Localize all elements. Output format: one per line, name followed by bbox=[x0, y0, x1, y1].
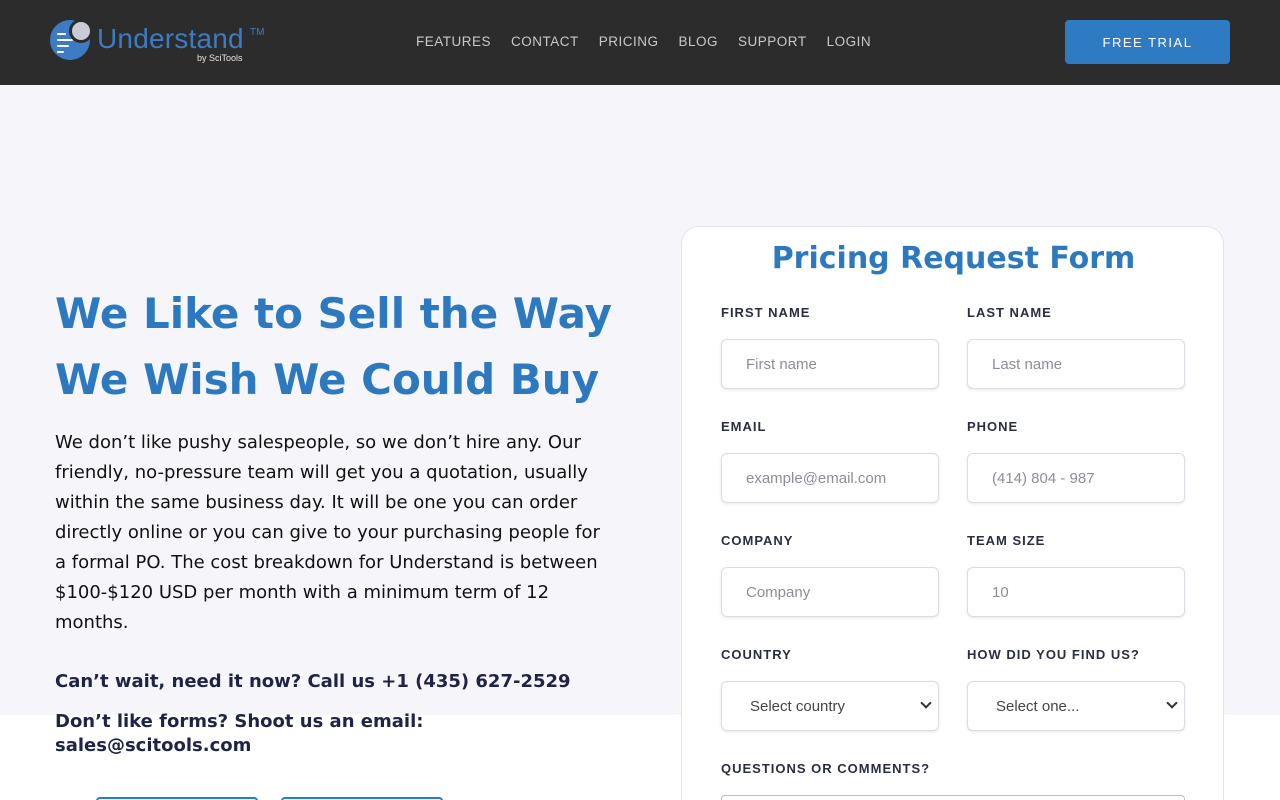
nav-contact[interactable]: CONTACT bbox=[511, 33, 579, 50]
email-us-text: Don’t like forms? Shoot us an email: sal… bbox=[55, 711, 424, 756]
email-label: EMAIL bbox=[721, 419, 767, 434]
chevron-down-icon bbox=[1166, 697, 1178, 709]
site-header: Understand TM by SciTools FEATURES CONTA… bbox=[0, 0, 1280, 85]
logo-subtitle: by SciTools bbox=[197, 53, 243, 63]
last-name-input[interactable] bbox=[967, 339, 1185, 389]
main-nav: FEATURES CONTACT PRICING BLOG SUPPORT LO… bbox=[416, 33, 871, 50]
hero-title: We Like to Sell the Way We Wish We Could… bbox=[55, 289, 613, 404]
call-us-text: Can’t wait, need it now? Call us +1 (435… bbox=[55, 671, 571, 692]
found-us-select[interactable]: Select one... bbox=[967, 681, 1185, 731]
last-name-label: LAST NAME bbox=[967, 305, 1052, 320]
chevron-down-icon bbox=[920, 697, 932, 709]
company-label: COMPANY bbox=[721, 533, 794, 548]
free-trial-button[interactable]: FREE TRIAL bbox=[1065, 20, 1230, 64]
country-select-value: Select country bbox=[750, 698, 846, 715]
nav-pricing[interactable]: PRICING bbox=[599, 33, 659, 50]
found-us-select-value: Select one... bbox=[996, 698, 1080, 715]
first-name-label: FIRST NAME bbox=[721, 305, 811, 320]
understand-logo[interactable]: Understand TM by SciTools bbox=[50, 19, 280, 65]
nav-features[interactable]: FEATURES bbox=[416, 33, 491, 50]
team-size-label: TEAM SIZE bbox=[967, 533, 1046, 548]
form-title: Pricing Request Form bbox=[771, 241, 1136, 276]
logo-wordmark: Understand bbox=[97, 23, 244, 54]
comments-label: QUESTIONS OR COMMENTS? bbox=[721, 761, 931, 776]
comments-textarea[interactable] bbox=[721, 795, 1185, 800]
nav-support[interactable]: SUPPORT bbox=[738, 33, 807, 50]
hero-description: We don’t like pushy salespeople, so we d… bbox=[55, 432, 600, 633]
nav-blog[interactable]: BLOG bbox=[679, 33, 719, 50]
understand-logo-icon bbox=[50, 19, 93, 60]
team-size-input[interactable] bbox=[967, 567, 1185, 617]
logo-trademark: TM bbox=[250, 27, 265, 38]
pricing-request-form: Pricing Request Form FIRST NAME LAST NAM… bbox=[681, 226, 1224, 800]
company-input[interactable] bbox=[721, 567, 939, 617]
phone-input[interactable] bbox=[967, 453, 1185, 503]
country-select[interactable]: Select country bbox=[721, 681, 939, 731]
email-input[interactable] bbox=[721, 453, 939, 503]
found-us-label: HOW DID YOU FIND US? bbox=[967, 647, 1140, 662]
country-label: COUNTRY bbox=[721, 647, 792, 662]
nav-login[interactable]: LOGIN bbox=[827, 33, 872, 50]
first-name-input[interactable] bbox=[721, 339, 939, 389]
phone-label: PHONE bbox=[967, 419, 1019, 434]
